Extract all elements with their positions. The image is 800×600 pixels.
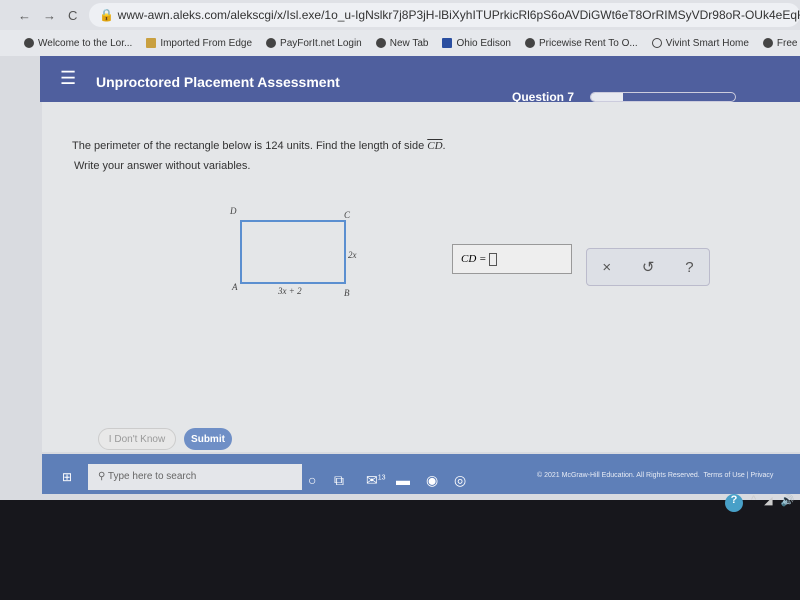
url-field[interactable]: 🔒 www-awn.aleks.com/alekscgi/x/Isl.exe/1… xyxy=(89,3,800,27)
lock-icon: 🔒 xyxy=(99,8,118,22)
search-icon: ⚲ xyxy=(98,471,108,482)
menu-icon[interactable]: ☰ xyxy=(60,68,76,89)
bookmark-4[interactable]: Ohio Edison xyxy=(442,38,511,49)
privacy-link[interactable]: Privacy xyxy=(750,472,773,479)
edge-icon[interactable]: ◉ xyxy=(426,472,438,489)
bookmark-0[interactable]: Welcome to the Lor... xyxy=(24,38,132,49)
dont-know-button[interactable]: I Don't Know xyxy=(98,428,176,450)
side-bc-label: 2x xyxy=(348,250,357,260)
rectangle-figure xyxy=(240,220,346,284)
app-header: ☰ Unproctored Placement Assessment Quest… xyxy=(40,56,800,104)
file-explorer-icon[interactable]: ▬ xyxy=(396,472,410,488)
volume-icon[interactable]: 🔊 xyxy=(781,494,795,512)
help-circle-icon[interactable]: ? xyxy=(725,494,743,512)
footer: © 2021 McGraw-Hill Education. All Rights… xyxy=(537,472,774,479)
question-panel: The perimeter of the rectangle below is … xyxy=(42,102,800,452)
chrome-icon[interactable]: ◎ xyxy=(454,472,466,489)
taskbar-search[interactable]: ⚲ Type here to search xyxy=(88,464,302,490)
vertex-b: B xyxy=(344,288,350,298)
bookmark-1[interactable]: Imported From Edge xyxy=(146,38,252,49)
screen: ← → C 🔒 www-awn.aleks.com/alekscgi/x/Isl… xyxy=(0,0,800,500)
reload-icon[interactable]: C xyxy=(68,8,77,23)
back-icon[interactable]: ← xyxy=(18,8,31,23)
instruction-text: Write your answer without variables. xyxy=(74,160,251,172)
progress-bar xyxy=(590,92,736,102)
bookmark-7[interactable]: Free Pet Microchip... xyxy=(762,38,800,49)
undo-icon[interactable]: ↺ xyxy=(642,258,655,276)
bookmarks-bar: Welcome to the Lor... Imported From Edge… xyxy=(0,30,800,56)
taskbar: ⊞ ⚲ Type here to search ○ ⧉ ✉13 ▬ ◉ ◎ © … xyxy=(42,454,800,494)
task-view-icon[interactable]: ⧉ xyxy=(334,472,344,489)
address-bar-row: ← → C 🔒 www-awn.aleks.com/alekscgi/x/Isl… xyxy=(0,0,800,30)
question-text: The perimeter of the rectangle below is … xyxy=(72,140,446,152)
bookmark-5[interactable]: Pricewise Rent To O... xyxy=(524,38,638,49)
mail-icon[interactable]: ✉13 xyxy=(366,472,386,489)
page-title: Unproctored Placement Assessment xyxy=(96,74,340,90)
chevron-up-icon[interactable]: ^ xyxy=(751,494,756,512)
cortana-icon[interactable]: ○ xyxy=(308,472,316,488)
bookmark-3[interactable]: New Tab xyxy=(375,38,428,49)
url-text: www-awn.aleks.com/alekscgi/x/Isl.exe/1o_… xyxy=(117,8,800,22)
clear-icon[interactable]: × xyxy=(602,259,611,276)
answer-box[interactable] xyxy=(489,253,498,266)
help-icon[interactable]: ? xyxy=(685,259,693,276)
vertex-a: A xyxy=(232,282,238,292)
answer-tools: × ↺ ? xyxy=(586,248,710,286)
terms-link[interactable]: Terms of Use xyxy=(704,472,745,479)
windows-start-icon[interactable]: ⊞ xyxy=(62,470,72,484)
side-ab-label: 3x + 2 xyxy=(278,286,302,296)
network-icon[interactable]: ◢ xyxy=(764,494,772,512)
progress-fill xyxy=(591,93,623,101)
system-tray: ? ^ ◢ 🔊 xyxy=(725,494,794,512)
bookmark-6[interactable]: Vivint Smart Home xyxy=(651,38,749,49)
bookmark-2[interactable]: PayForIt.net Login xyxy=(266,38,362,49)
submit-button[interactable]: Submit xyxy=(184,428,232,450)
forward-icon[interactable]: → xyxy=(43,8,56,23)
vertex-c: C xyxy=(344,210,351,220)
answer-input[interactable]: CD = xyxy=(452,244,572,274)
vertex-d: D xyxy=(230,206,237,216)
